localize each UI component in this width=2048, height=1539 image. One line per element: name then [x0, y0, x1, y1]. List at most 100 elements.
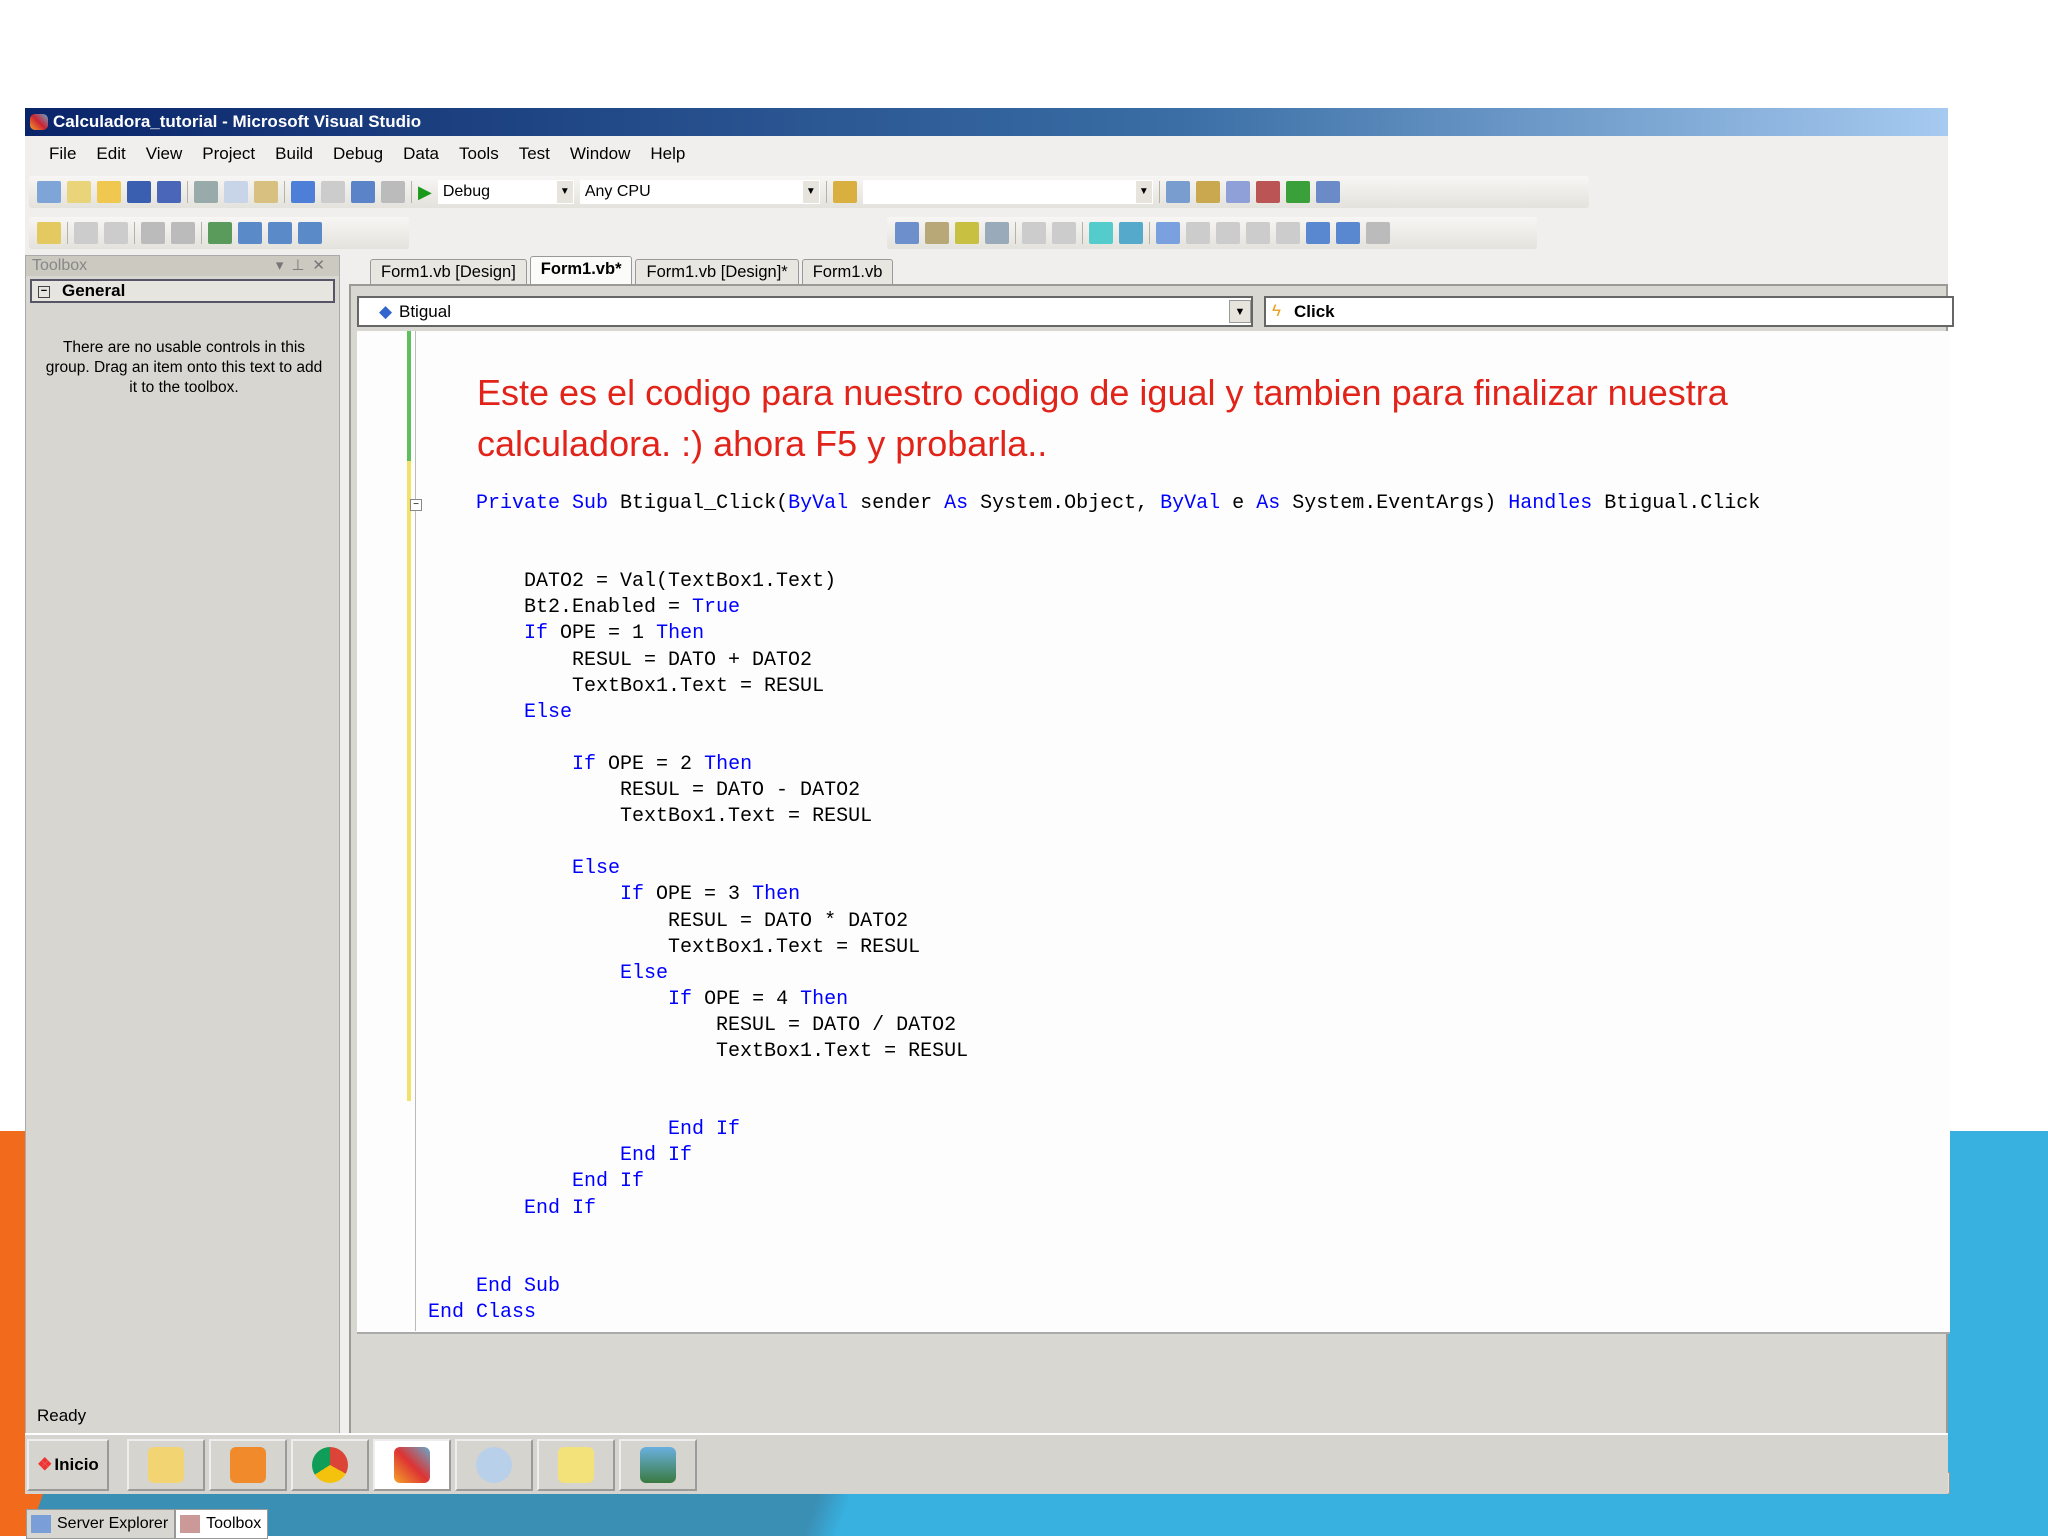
open-icon[interactable]	[97, 181, 121, 203]
add-item-icon[interactable]	[67, 181, 91, 203]
code-text: OPE = 1	[548, 622, 657, 646]
select-icon[interactable]	[925, 222, 949, 244]
code-keyword: End If	[620, 1144, 693, 1168]
new-item-icon[interactable]	[37, 222, 61, 244]
form-icon[interactable]	[268, 222, 292, 244]
tab-order-icon[interactable]	[895, 222, 919, 244]
tab-form1-vb[interactable]: Form1.vb	[801, 259, 894, 285]
method-name-dropdown[interactable]: ϟ Click	[1264, 296, 1954, 327]
font-icon[interactable]	[985, 222, 1009, 244]
toolbox-group-general[interactable]: − General	[30, 279, 335, 303]
save-icon[interactable]	[127, 181, 151, 203]
collapse-icon[interactable]: −	[38, 286, 50, 298]
menu-help[interactable]: Help	[640, 141, 695, 167]
navigate-forward-icon[interactable]	[381, 181, 405, 203]
cut-icon[interactable]	[194, 181, 218, 203]
solution-explorer-icon[interactable]	[1165, 181, 1190, 203]
code-keyword: Then	[800, 987, 849, 1011]
platform-select[interactable]: Any CPU ▼	[579, 180, 820, 204]
data-source-icon[interactable]	[208, 222, 232, 244]
bookmarks-icon[interactable]	[171, 222, 195, 244]
delete-icon[interactable]	[1366, 222, 1390, 244]
code-text: RESUL = DATO + DATO2	[428, 648, 813, 672]
object-browser-icon[interactable]	[1225, 181, 1250, 203]
code-text: OPE = 3	[644, 883, 753, 907]
separator	[201, 222, 202, 244]
code-area[interactable]: − Este es el codigo para nuestro codigo …	[357, 331, 1950, 1334]
taskbar: ❖ Inicio	[25, 1433, 1948, 1494]
comment-icon[interactable]	[1089, 222, 1113, 244]
solution-config-select[interactable]: Debug ▼	[437, 180, 574, 204]
code-line: If OPE = 1 Then	[428, 621, 1760, 647]
taskbar-sticky-notes[interactable]	[537, 1439, 615, 1491]
code-line: End If	[428, 1117, 1760, 1143]
toolbox-panel: Toolbox ▾⊥✕ − General There are no usabl…	[25, 255, 340, 1539]
find-in-files-icon[interactable]	[832, 181, 857, 203]
move-left-icon[interactable]	[1306, 222, 1330, 244]
copy-icon[interactable]	[224, 181, 248, 203]
tab-form1-design[interactable]: Form1.vb [Design]	[370, 259, 527, 285]
tab-toolbox[interactable]: Toolbox	[175, 1509, 269, 1539]
decrease-indent-icon[interactable]	[1022, 222, 1046, 244]
code-keyword: End If	[524, 1196, 597, 1220]
menu-tools[interactable]: Tools	[449, 141, 509, 167]
code-line: RESUL = DATO * DATO2	[428, 909, 1760, 935]
code-keyword: End If	[572, 1170, 645, 1194]
align-right-icon[interactable]	[1276, 222, 1300, 244]
step-icon[interactable]	[74, 222, 98, 244]
find-combo[interactable]: ▼	[862, 180, 1153, 204]
menu-debug[interactable]: Debug	[323, 141, 393, 167]
new-project-icon[interactable]	[37, 181, 61, 203]
menu-edit[interactable]: Edit	[86, 141, 135, 167]
start-button[interactable]: ❖ Inicio	[27, 1439, 109, 1491]
start-debug-icon[interactable]: ▶	[418, 182, 432, 203]
tab-form1-code[interactable]: Form1.vb*	[529, 256, 633, 285]
uncomment-icon[interactable]	[1119, 222, 1143, 244]
paint-icon	[476, 1447, 512, 1483]
increase-indent-icon[interactable]	[1052, 222, 1076, 244]
pin-close-icons[interactable]: ▾⊥✕	[276, 256, 333, 276]
taskbar-visual-studio[interactable]	[373, 1439, 451, 1491]
redo-icon[interactable]	[321, 181, 345, 203]
taskbar-media-player[interactable]	[209, 1439, 287, 1491]
class-name-dropdown[interactable]: ◆ Btigual ▼	[357, 296, 1253, 327]
taskbar-chrome[interactable]	[291, 1439, 369, 1491]
pointer-icon[interactable]	[955, 222, 979, 244]
step-over-icon[interactable]	[104, 222, 128, 244]
start-page-icon[interactable]	[1285, 181, 1310, 203]
query-icon[interactable]	[298, 222, 322, 244]
code-keyword: Then	[704, 752, 753, 776]
menu-test[interactable]: Test	[509, 141, 560, 167]
chevron-down-icon: ▼	[802, 181, 819, 203]
paste-icon[interactable]	[254, 181, 278, 203]
toolbox-icon[interactable]	[1255, 181, 1280, 203]
menu-file[interactable]: File	[39, 141, 86, 167]
command-window-icon[interactable]	[1315, 181, 1340, 203]
table-icon[interactable]	[238, 222, 262, 244]
title-bar: Calculadora_tutorial - Microsoft Visual …	[25, 108, 1948, 136]
properties-icon[interactable]	[1195, 181, 1220, 203]
send-back-icon[interactable]	[1186, 222, 1210, 244]
move-right-icon[interactable]	[1336, 222, 1360, 244]
bookmark-icon[interactable]	[141, 222, 165, 244]
collapse-icon[interactable]: −	[410, 499, 422, 511]
menu-project[interactable]: Project	[192, 141, 265, 167]
bring-front-icon[interactable]	[1156, 222, 1180, 244]
menu-build[interactable]: Build	[265, 141, 323, 167]
standard-toolbar: ▶ Debug ▼ Any CPU ▼ ▼	[29, 176, 1589, 208]
tab-form1-design-modified[interactable]: Form1.vb [Design]*	[635, 259, 799, 285]
save-all-icon[interactable]	[157, 181, 181, 203]
undo-icon[interactable]	[291, 181, 315, 203]
menu-data[interactable]: Data	[393, 141, 449, 167]
separator	[67, 222, 68, 244]
taskbar-explorer[interactable]	[127, 1439, 205, 1491]
menu-view[interactable]: View	[136, 141, 193, 167]
tab-server-explorer[interactable]: Server Explorer	[26, 1509, 176, 1539]
align-left-icon[interactable]	[1246, 222, 1270, 244]
taskbar-paint[interactable]	[455, 1439, 533, 1491]
taskbar-photo-viewer[interactable]	[619, 1439, 697, 1491]
menu-window[interactable]: Window	[560, 141, 640, 167]
navigate-icon[interactable]	[351, 181, 375, 203]
align-icon[interactable]	[1216, 222, 1240, 244]
